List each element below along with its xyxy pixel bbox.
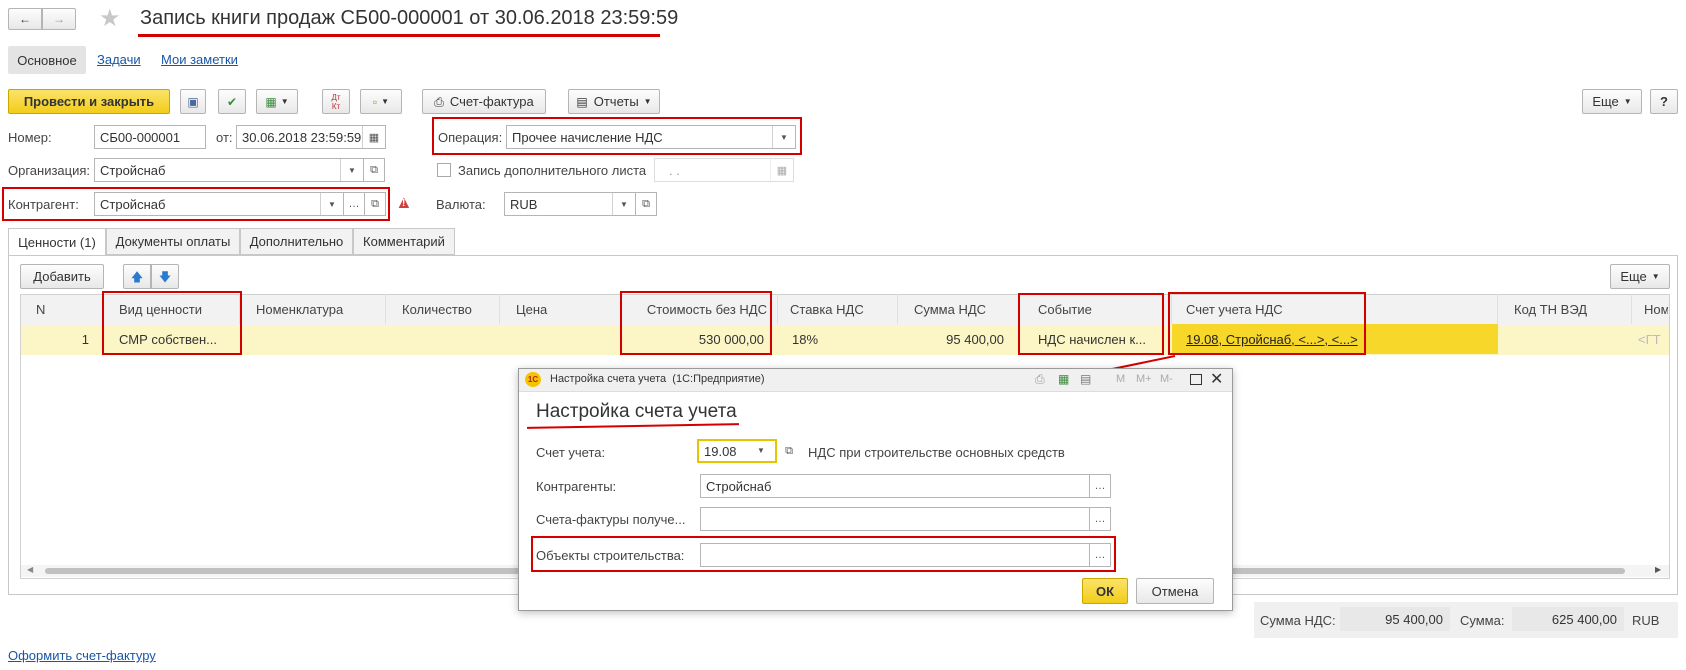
dialog-m-button[interactable]: M [1116,373,1125,385]
dialog-account-description: НДС при строительстве основных средств [808,445,1065,460]
dialog-maximize-icon[interactable] [1190,374,1202,385]
open-window-icon[interactable]: ⧉ [779,440,799,462]
ellipsis-icon: … [1094,480,1106,492]
dialog-mplus-button[interactable]: M+ [1136,373,1152,385]
dialog-mminus-button[interactable]: M- [1160,373,1173,385]
dialog-invoices-select-button[interactable]: … [1089,507,1111,531]
dialog-counterparties-label: Контрагенты: [536,479,617,494]
dialog-account-label: Счет учета: [536,445,606,460]
objects-highlight [531,536,1116,572]
dialog-account-value: 19.08 [704,443,737,459]
dialog-print-icon[interactable]: ⎙ [1035,372,1045,387]
dialog-logo-icon: 1С [525,372,541,387]
dialog-table-icon[interactable]: ▦ [1058,372,1069,386]
dialog-ok-button[interactable]: ОК [1082,578,1128,604]
dialog-counterparties-field[interactable]: Стройснаб [700,474,1090,498]
dialog-invoices-field[interactable] [700,507,1090,531]
dialog-account-select[interactable]: 19.08 [697,439,777,463]
dialog-cancel-button[interactable]: Отмена [1136,578,1214,604]
ellipsis-icon: … [1094,513,1106,525]
dialog-title: Настройка счета учета [536,401,737,422]
dialog-close-icon[interactable]: ✕ [1210,369,1223,389]
dialog-counterparties-select-button[interactable]: … [1089,474,1111,498]
dialog-window-title: Настройка счета учета (1С:Предприятие) [550,373,765,385]
dialog-invoices-label: Счета-фактуры получе... [536,512,686,527]
dialog-calc-icon[interactable]: ▤ [1080,372,1091,386]
chevron-down-icon[interactable]: ▼ [757,446,765,455]
